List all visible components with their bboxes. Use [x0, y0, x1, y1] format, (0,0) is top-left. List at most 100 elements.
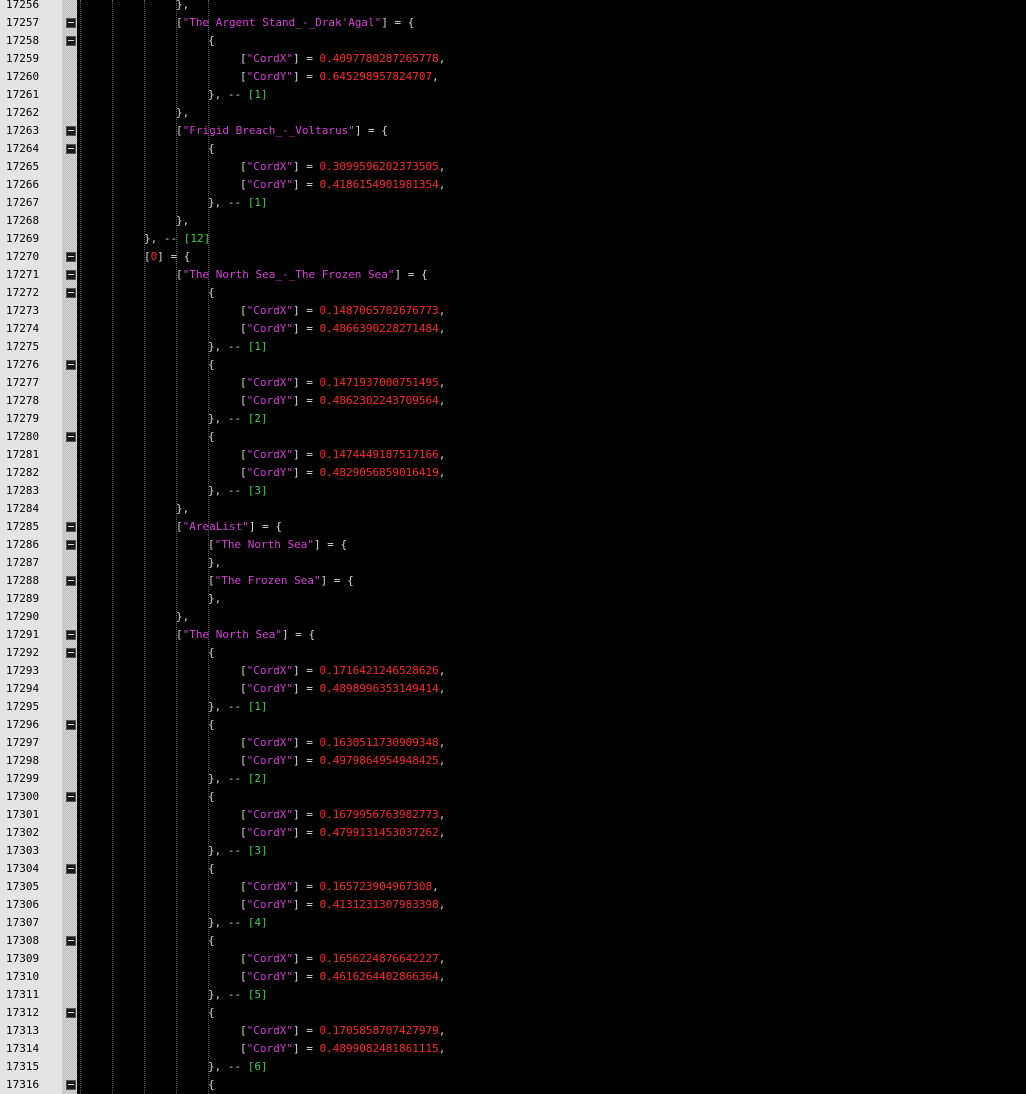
code-punctuation: ,: [438, 682, 446, 695]
code-line[interactable]: 17265 ["CordX"] = 0.3099596202373505,: [0, 158, 1026, 176]
code-punctuation: ] =: [292, 322, 320, 335]
code-editor[interactable]: 17256}, 17257 ["The Argent Stand_-_Drak'Ag…: [0, 0, 1026, 1094]
code-line[interactable]: 17257 ["The Argent Stand_-_Drak'Agal"] = …: [0, 14, 1026, 32]
code-line[interactable]: 17260 ["CordY"] = 0.645298957824707,: [0, 68, 1026, 86]
code-line[interactable]: 17282 ["CordY"] = 0.4829056859016419,: [0, 464, 1026, 482]
code-line[interactable]: 17261}, -- [1]: [0, 86, 1026, 104]
fold-minus-icon[interactable]: [66, 360, 76, 370]
code-line[interactable]: 17286 ["The North Sea"] = {: [0, 536, 1026, 554]
code-line[interactable]: 17307}, -- [4]: [0, 914, 1026, 932]
fold-minus-icon[interactable]: [66, 36, 76, 46]
code-line[interactable]: 17275}, -- [1]: [0, 338, 1026, 356]
code-line[interactable]: 17268},: [0, 212, 1026, 230]
code-line[interactable]: 17292 {: [0, 644, 1026, 662]
fold-minus-icon[interactable]: [66, 522, 76, 532]
code-text: ["The North Sea_-_The Frozen Sea"] = {: [80, 266, 428, 284]
code-line[interactable]: 17306 ["CordY"] = 0.4131231307983398,: [0, 896, 1026, 914]
code-line[interactable]: 17297 ["CordX"] = 0.1630511730909348,: [0, 734, 1026, 752]
code-line[interactable]: 17259 ["CordX"] = 0.4097780287265778,: [0, 50, 1026, 68]
code-punctuation: ] = {: [281, 628, 316, 641]
code-line[interactable]: 17283}, -- [3]: [0, 482, 1026, 500]
code-line[interactable]: 17296 {: [0, 716, 1026, 734]
fold-minus-icon[interactable]: [66, 252, 76, 262]
code-line[interactable]: 17270 [0] = {: [0, 248, 1026, 266]
code-line[interactable]: 17299}, -- [2]: [0, 770, 1026, 788]
code-line[interactable]: 17281 ["CordX"] = 0.1474449187517166,: [0, 446, 1026, 464]
code-line[interactable]: 17301 ["CordX"] = 0.1679956763982773,: [0, 806, 1026, 824]
code-line[interactable]: 17277 ["CordX"] = 0.1471937000751495,: [0, 374, 1026, 392]
fold-minus-icon[interactable]: [66, 144, 76, 154]
code-punctuation: ] = {: [394, 268, 428, 281]
code-punctuation: [: [240, 160, 247, 173]
code-line[interactable]: 17309 ["CordX"] = 0.1656224876642227,: [0, 950, 1026, 968]
code-punctuation: ,: [438, 52, 446, 65]
code-line[interactable]: 17278 ["CordY"] = 0.4862302243709564,: [0, 392, 1026, 410]
fold-minus-icon[interactable]: [66, 630, 76, 640]
code-line[interactable]: 17290},: [0, 608, 1026, 626]
code-punctuation: {: [208, 790, 215, 803]
code-line[interactable]: 17274 ["CordY"] = 0.4866390228271484,: [0, 320, 1026, 338]
code-line[interactable]: 17264 {: [0, 140, 1026, 158]
code-line[interactable]: 17271 ["The North Sea_-_The Frozen Sea"] …: [0, 266, 1026, 284]
fold-minus-icon[interactable]: [66, 18, 76, 28]
fold-minus-icon[interactable]: [66, 720, 76, 730]
code-line[interactable]: 17285 ["AreaList"] = {: [0, 518, 1026, 536]
code-line[interactable]: 17280 {: [0, 428, 1026, 446]
code-line[interactable]: 17305 ["CordX"] = 0.165723904967308,: [0, 878, 1026, 896]
code-line[interactable]: 17291 ["The North Sea"] = {: [0, 626, 1026, 644]
code-line[interactable]: 17288 ["The Frozen Sea"] = {: [0, 572, 1026, 590]
code-line[interactable]: 17308 {: [0, 932, 1026, 950]
fold-minus-icon[interactable]: [66, 936, 76, 946]
code-line[interactable]: 17289},: [0, 590, 1026, 608]
code-line[interactable]: 17312 {: [0, 1004, 1026, 1022]
code-lines[interactable]: 17256}, 17257 ["The Argent Stand_-_Drak'Ag…: [0, 0, 1026, 1094]
line-number: 17259: [6, 52, 40, 65]
code-line[interactable]: 17300 {: [0, 788, 1026, 806]
line-number: 17279: [6, 412, 40, 425]
code-line[interactable]: 17311}, -- [5]: [0, 986, 1026, 1004]
code-text: },: [80, 212, 189, 230]
code-line[interactable]: 17272 {: [0, 284, 1026, 302]
code-line[interactable]: 17258 {: [0, 32, 1026, 50]
line-number: 17286: [6, 538, 40, 551]
code-punctuation: ] = {: [157, 250, 191, 263]
code-line[interactable]: 17267}, -- [1]: [0, 194, 1026, 212]
code-line[interactable]: 17316 {: [0, 1076, 1026, 1094]
code-line[interactable]: 17293 ["CordX"] = 0.1716421246528626,: [0, 662, 1026, 680]
code-line[interactable]: 17302 ["CordY"] = 0.4799131453037262,: [0, 824, 1026, 842]
code-line[interactable]: 17314 ["CordY"] = 0.4899082481861115,: [0, 1040, 1026, 1058]
code-punctuation: ,: [438, 754, 446, 767]
code-line[interactable]: 17262},: [0, 104, 1026, 122]
code-line[interactable]: 17315}, -- [6]: [0, 1058, 1026, 1076]
fold-minus-icon[interactable]: [66, 126, 76, 136]
fold-minus-icon[interactable]: [66, 432, 76, 442]
fold-minus-icon[interactable]: [66, 864, 76, 874]
code-line[interactable]: 17298 ["CordY"] = 0.4979864954948425,: [0, 752, 1026, 770]
fold-minus-icon[interactable]: [66, 288, 76, 298]
fold-minus-icon[interactable]: [66, 270, 76, 280]
fold-minus-icon[interactable]: [66, 1080, 76, 1090]
code-line[interactable]: 17279}, -- [2]: [0, 410, 1026, 428]
line-number: 17269: [6, 232, 40, 245]
code-line[interactable]: 17266 ["CordY"] = 0.4186154901981354,: [0, 176, 1026, 194]
code-line[interactable]: 17313 ["CordX"] = 0.1705858707427979,: [0, 1022, 1026, 1040]
code-line[interactable]: 17294 ["CordY"] = 0.4898996353149414,: [0, 680, 1026, 698]
code-line[interactable]: 17303}, -- [3]: [0, 842, 1026, 860]
code-line[interactable]: 17263 ["Frigid Breach_-_Voltarus"] = {: [0, 122, 1026, 140]
code-line[interactable]: 17295}, -- [1]: [0, 698, 1026, 716]
code-line[interactable]: 17269}, -- [12]: [0, 230, 1026, 248]
code-line[interactable]: 17256},: [0, 0, 1026, 14]
code-line[interactable]: 17310 ["CordY"] = 0.4616264402866364,: [0, 968, 1026, 986]
fold-minus-icon[interactable]: [66, 540, 76, 550]
code-punctuation: [: [240, 826, 247, 839]
line-number: 17275: [6, 340, 40, 353]
code-line[interactable]: 17287},: [0, 554, 1026, 572]
code-line[interactable]: 17304 {: [0, 860, 1026, 878]
fold-minus-icon[interactable]: [66, 576, 76, 586]
fold-minus-icon[interactable]: [66, 1008, 76, 1018]
fold-minus-icon[interactable]: [66, 792, 76, 802]
code-line[interactable]: 17284},: [0, 500, 1026, 518]
fold-minus-icon[interactable]: [66, 648, 76, 658]
code-line[interactable]: 17273 ["CordX"] = 0.1487065702676773,: [0, 302, 1026, 320]
code-line[interactable]: 17276 {: [0, 356, 1026, 374]
